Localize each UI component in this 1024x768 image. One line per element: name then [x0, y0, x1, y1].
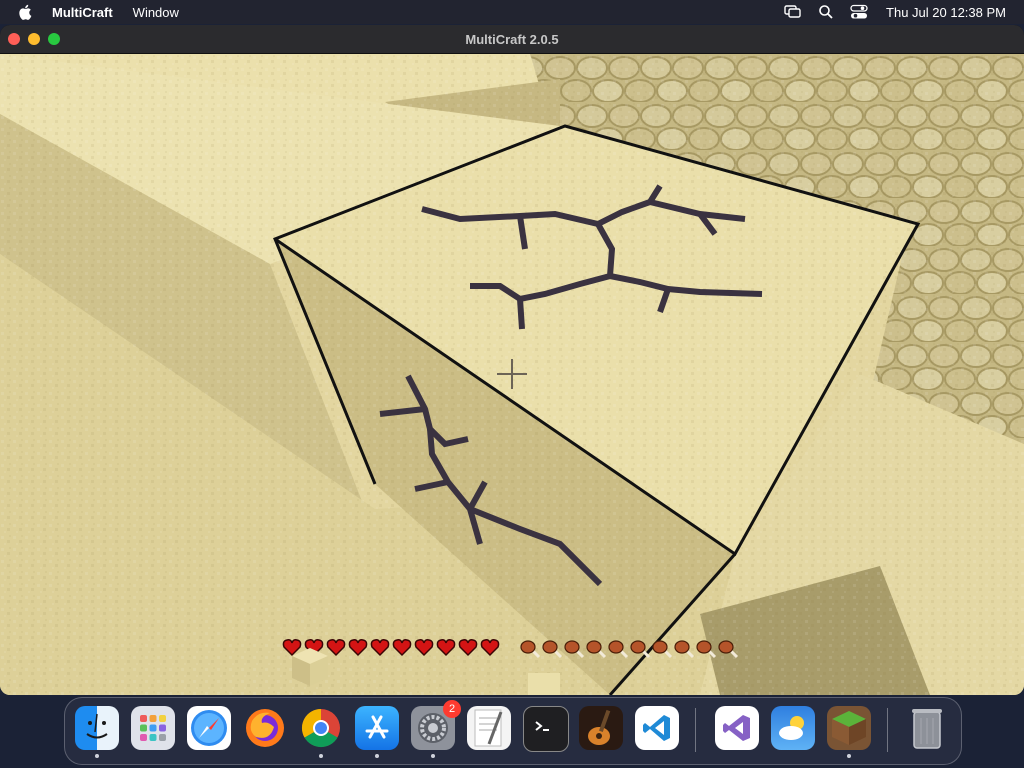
window-titlebar[interactable]: MultiCraft 2.0.5 — [0, 25, 1024, 54]
vscode-icon — [643, 715, 670, 741]
trash-icon — [912, 709, 942, 749]
running-indicator — [431, 754, 435, 758]
menu-clock[interactable]: Thu Jul 20 12:38 PM — [886, 5, 1006, 20]
dock-separator — [695, 708, 696, 752]
dock-weather[interactable] — [771, 706, 815, 750]
apple-logo-icon[interactable] — [17, 3, 35, 21]
dock-terminal[interactable] — [523, 706, 569, 752]
dock-launchpad[interactable] — [131, 706, 175, 750]
menu-app-name[interactable]: MultiCraft — [52, 5, 113, 20]
menu-bar: MultiCraft Window Thu Jul 20 12:38 PM — [0, 0, 1024, 24]
dock-safari[interactable] — [187, 706, 231, 750]
finder-icon — [86, 713, 108, 739]
dock-garageband[interactable] — [579, 706, 623, 750]
textedit-icon — [474, 709, 503, 747]
control-center-icon[interactable] — [850, 4, 868, 20]
dock-trash[interactable] — [905, 706, 949, 750]
dock-chrome[interactable] — [299, 706, 343, 750]
game-viewport[interactable]: 4 — [0, 54, 1024, 695]
app-store-icon — [365, 715, 389, 739]
running-indicator — [375, 754, 379, 758]
terminal-icon — [535, 721, 549, 731]
dock-system-settings[interactable]: 2 — [411, 700, 461, 750]
dock-visual-studio[interactable] — [715, 706, 759, 750]
search-icon[interactable] — [818, 4, 834, 20]
garageband-icon — [588, 709, 611, 745]
dock-separator — [887, 708, 888, 752]
dock-multicraft[interactable] — [827, 706, 871, 750]
hotbar-item-sandstone[interactable] — [292, 648, 328, 686]
notification-badge: 2 — [443, 700, 461, 718]
game-scene — [0, 54, 1024, 695]
dock-app-store[interactable] — [355, 706, 399, 750]
game-window: MultiCraft 2.0.5 — [0, 25, 1024, 695]
visual-studio-icon — [723, 715, 750, 741]
running-indicator — [95, 754, 99, 758]
running-indicator — [847, 754, 851, 758]
dropped-sand-item — [528, 673, 560, 695]
safari-icon — [191, 710, 227, 746]
screen-mirroring-icon[interactable] — [784, 5, 802, 19]
launchpad-icon — [140, 715, 166, 741]
dock-vscode[interactable] — [635, 706, 679, 750]
running-indicator — [319, 754, 323, 758]
menu-window[interactable]: Window — [133, 5, 179, 20]
chrome-icon — [301, 708, 340, 748]
dock-finder[interactable] — [75, 706, 119, 750]
dock-textedit[interactable] — [467, 706, 511, 750]
firefox-icon — [246, 709, 284, 747]
dock: 2 — [64, 697, 962, 765]
window-title: MultiCraft 2.0.5 — [465, 32, 559, 47]
multicraft-icon — [832, 711, 866, 745]
weather-icon — [779, 716, 804, 740]
dock-firefox[interactable] — [243, 706, 287, 750]
